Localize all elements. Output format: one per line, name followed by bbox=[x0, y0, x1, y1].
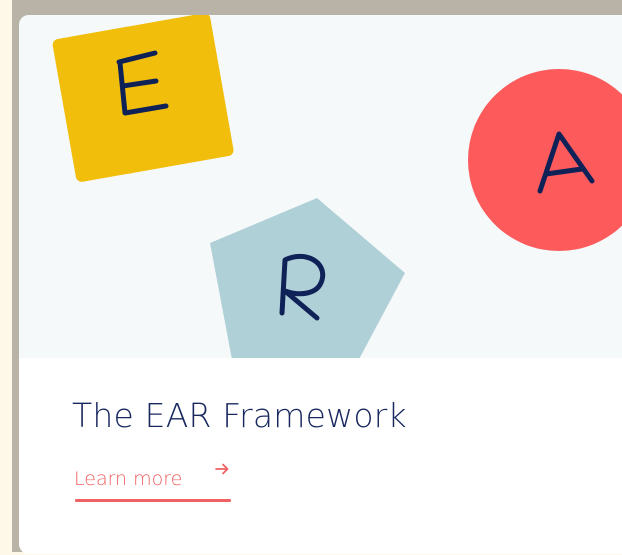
pentagon-r-shape bbox=[210, 198, 405, 358]
card-title: The EAR Framework bbox=[72, 396, 407, 435]
ear-shapes-illustration bbox=[52, 15, 622, 358]
learn-more-link[interactable]: Learn more bbox=[74, 462, 231, 502]
learn-more-underline bbox=[75, 499, 231, 502]
card-body: The EAR Framework Learn more bbox=[19, 358, 622, 554]
card-hero-illustration bbox=[19, 15, 622, 358]
arrow-right-icon bbox=[215, 463, 229, 475]
page-margin-left bbox=[0, 0, 12, 555]
learn-more-label: Learn more bbox=[74, 468, 183, 490]
framework-card[interactable]: The EAR Framework Learn more bbox=[19, 15, 622, 554]
square-e-shape bbox=[52, 15, 234, 182]
circle-a-shape bbox=[468, 69, 622, 251]
